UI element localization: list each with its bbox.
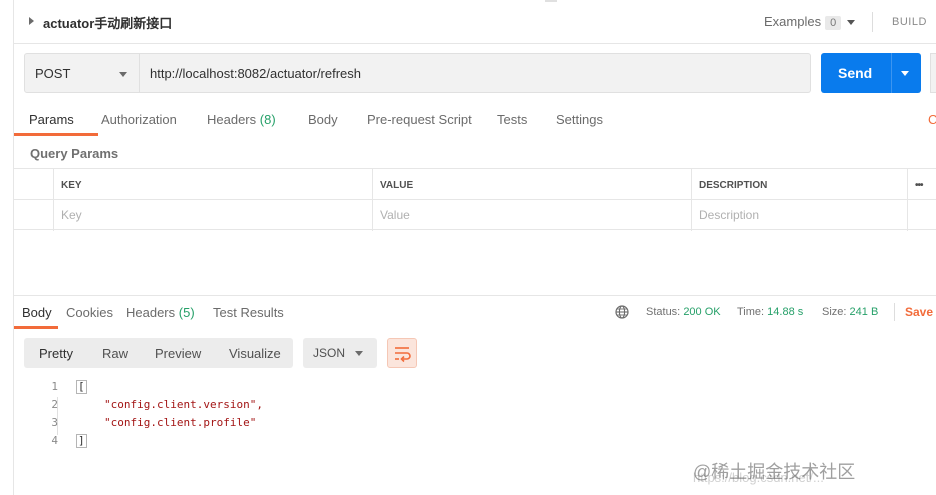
language-select[interactable]: JSON bbox=[303, 338, 377, 368]
time-label: Time: bbox=[737, 306, 765, 318]
left-gutter bbox=[0, 0, 14, 495]
format-tabs: Pretty Raw Preview Visualize bbox=[24, 338, 293, 368]
column-header-value: VALUE bbox=[373, 169, 692, 200]
active-tab-underline bbox=[14, 326, 58, 329]
status-value: 200 OK bbox=[683, 306, 721, 318]
wrap-lines-button[interactable] bbox=[387, 338, 417, 368]
code-text: "config.client.version", bbox=[104, 398, 263, 411]
more-options-icon[interactable]: ••• bbox=[908, 169, 936, 200]
table-header-row: KEY VALUE DESCRIPTION ••• bbox=[14, 168, 936, 200]
row-spacer bbox=[908, 200, 936, 231]
examples-label: Examples bbox=[764, 14, 822, 29]
format-raw[interactable]: Raw bbox=[102, 346, 128, 361]
url-input[interactable]: http://localhost:8082/actuator/refresh bbox=[140, 53, 811, 93]
value-input[interactable]: Value bbox=[373, 200, 692, 231]
time-value: 14.88 s bbox=[767, 306, 804, 318]
tab-indicator bbox=[545, 0, 557, 2]
response-body-editor[interactable]: 1 [ 2 "config.client.version", 3 "config… bbox=[24, 378, 924, 450]
request-title-bar: actuator手动刷新接口 Examples 0 BUILD bbox=[14, 0, 936, 44]
format-preview[interactable]: Preview bbox=[155, 346, 201, 361]
divider bbox=[894, 303, 895, 321]
response-headers-count: (5) bbox=[178, 305, 195, 320]
response-tab-test-results[interactable]: Test Results bbox=[213, 305, 284, 320]
status-readout: Status: 200 OK bbox=[646, 306, 721, 318]
line-number: 3 bbox=[51, 416, 58, 429]
response-tab-body[interactable]: Body bbox=[22, 305, 52, 320]
wrap-lines-icon bbox=[395, 347, 411, 363]
examples-count-badge: 0 bbox=[825, 16, 842, 30]
method-select[interactable]: POST bbox=[24, 53, 140, 93]
code-text: ] bbox=[76, 434, 87, 448]
globe-icon[interactable] bbox=[615, 305, 629, 319]
line-number: 2 bbox=[51, 398, 58, 411]
save-request-button[interactable] bbox=[930, 53, 936, 93]
language-select-value: JSON bbox=[313, 346, 346, 360]
watermark: @稀土掘金技术社区 bbox=[693, 462, 856, 482]
time-readout: Time: 14.88 s bbox=[737, 306, 803, 318]
request-tabs: Params Authorization Headers (8) Body Pr… bbox=[14, 100, 936, 136]
chevron-down-icon bbox=[119, 72, 127, 77]
size-value: 241 B bbox=[849, 306, 879, 318]
send-label: Send bbox=[838, 65, 873, 81]
key-input[interactable]: Key bbox=[54, 200, 373, 231]
tab-headers[interactable]: Headers (8) bbox=[207, 112, 276, 127]
active-tab-underline bbox=[14, 133, 98, 136]
code-line: 2 "config.client.version", bbox=[24, 396, 924, 414]
status-label: Status: bbox=[646, 306, 681, 318]
query-params-table: KEY VALUE DESCRIPTION ••• Key Value Desc… bbox=[14, 168, 936, 231]
response-header: Body Cookies Headers (5) Test Results St… bbox=[14, 295, 936, 329]
response-tab-cookies[interactable]: Cookies bbox=[66, 305, 113, 320]
response-tab-headers[interactable]: Headers (5) bbox=[126, 305, 195, 320]
row-checkbox-cell bbox=[14, 200, 54, 231]
build-button[interactable]: BUILD bbox=[892, 16, 927, 28]
line-number: 4 bbox=[51, 434, 58, 447]
chevron-down-icon bbox=[355, 351, 363, 356]
code-text: [ bbox=[76, 380, 87, 394]
query-params-title: Query Params bbox=[30, 146, 119, 161]
description-input[interactable]: Description bbox=[692, 200, 908, 231]
send-options-chevron-icon[interactable] bbox=[901, 71, 909, 76]
code-text: "config.client.profile" bbox=[104, 416, 257, 429]
format-visualize[interactable]: Visualize bbox=[229, 346, 281, 361]
table-row: Key Value Description bbox=[14, 199, 936, 231]
size-readout: Size: 241 B bbox=[822, 306, 878, 318]
format-pretty[interactable]: Pretty bbox=[39, 346, 73, 361]
chevron-down-icon bbox=[847, 20, 856, 26]
tab-prerequest-script[interactable]: Pre-request Script bbox=[367, 112, 472, 127]
response-headers-label: Headers bbox=[126, 305, 176, 320]
bracket: ] bbox=[76, 434, 87, 448]
tab-tests[interactable]: Tests bbox=[497, 112, 527, 127]
expand-triangle-icon[interactable] bbox=[29, 17, 34, 25]
tab-authorization[interactable]: Authorization bbox=[101, 112, 177, 127]
divider bbox=[872, 12, 873, 32]
cookies-link[interactable]: C bbox=[928, 112, 936, 127]
divider bbox=[891, 53, 892, 93]
column-header-key: KEY bbox=[54, 169, 373, 200]
size-label: Size: bbox=[822, 306, 847, 318]
tab-headers-label: Headers bbox=[207, 112, 257, 127]
code-line: 3 "config.client.profile" bbox=[24, 414, 924, 432]
send-button[interactable]: Send bbox=[821, 53, 921, 93]
line-number: 1 bbox=[51, 380, 58, 393]
tab-body[interactable]: Body bbox=[308, 112, 338, 127]
headers-count: (8) bbox=[259, 112, 276, 127]
save-response-button[interactable]: Save bbox=[905, 305, 933, 319]
bracket: [ bbox=[76, 380, 87, 394]
examples-dropdown[interactable]: Examples 0 bbox=[764, 14, 856, 30]
checkbox-column-header bbox=[14, 169, 54, 200]
request-title[interactable]: actuator手动刷新接口 bbox=[43, 13, 172, 32]
column-header-description: DESCRIPTION bbox=[692, 169, 908, 200]
code-line: 4 ] bbox=[24, 432, 924, 450]
code-line: 1 [ bbox=[24, 378, 924, 396]
method-label: POST bbox=[35, 66, 71, 81]
tab-settings[interactable]: Settings bbox=[556, 112, 603, 127]
tab-params[interactable]: Params bbox=[29, 112, 74, 127]
